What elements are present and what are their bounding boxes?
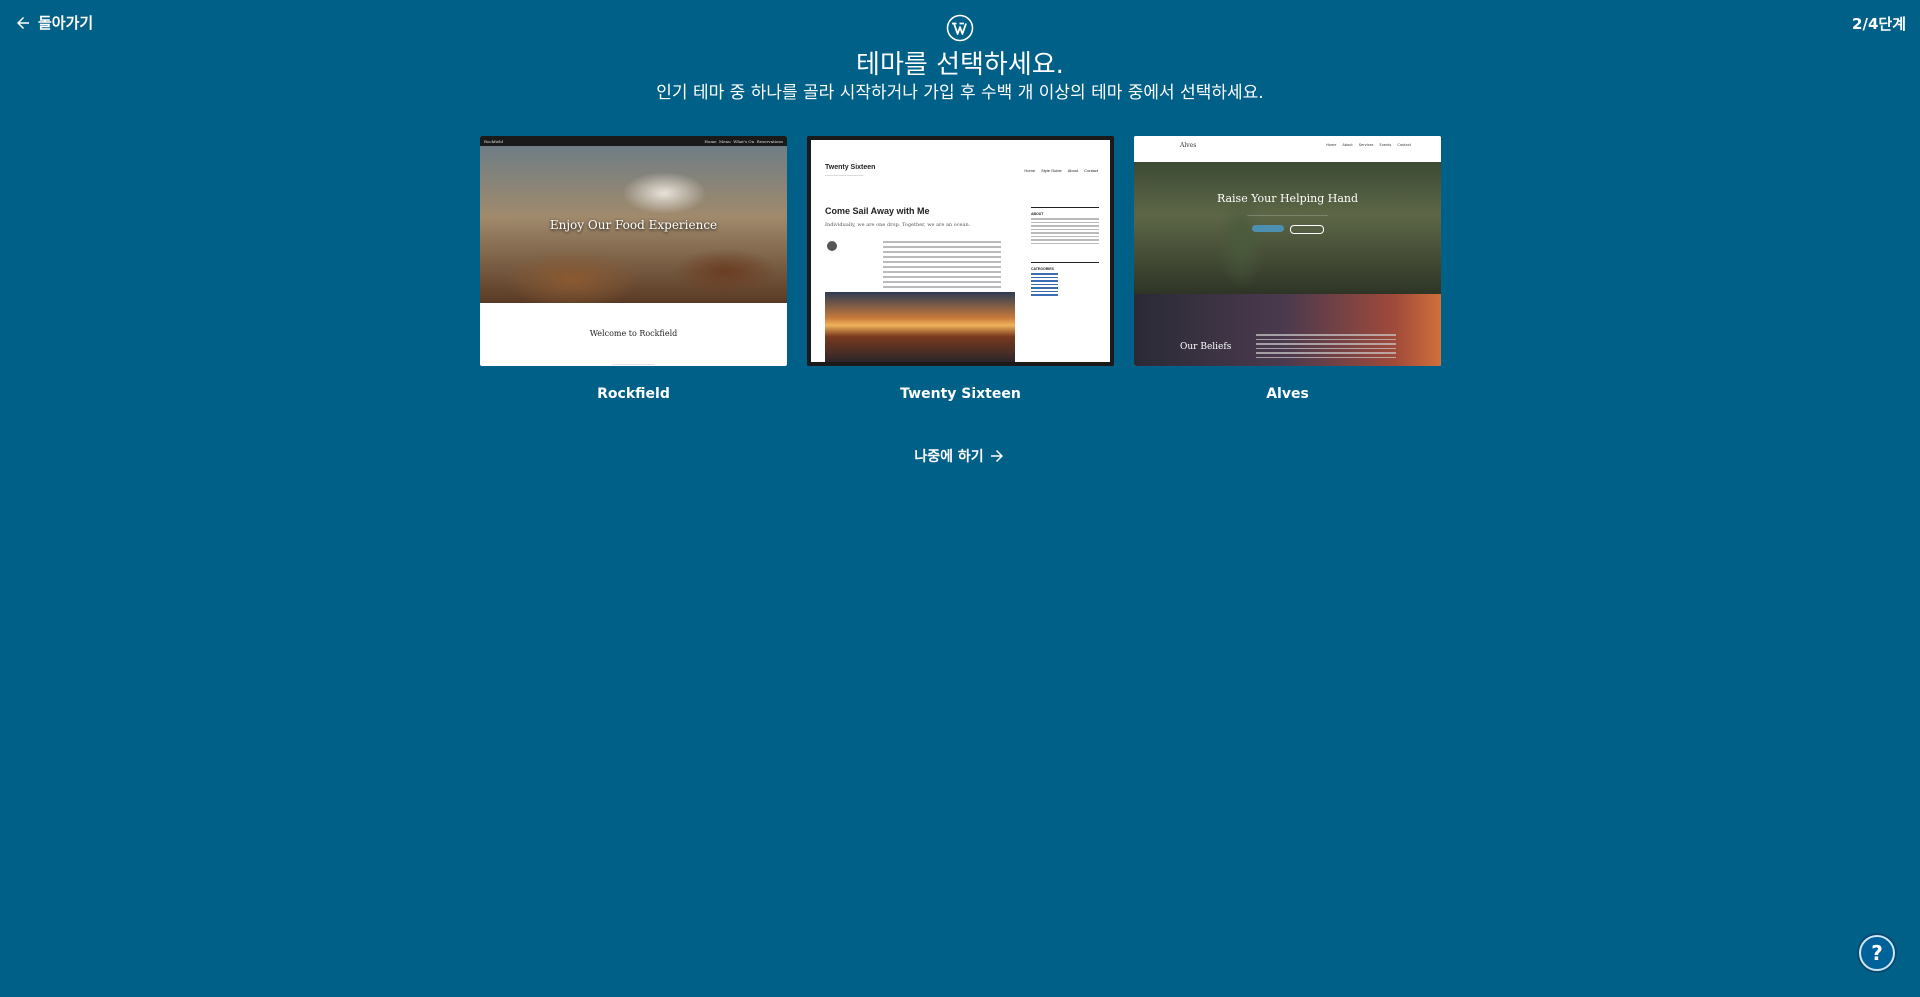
preview-hero-text: Raise Your Helping Hand	[1216, 192, 1359, 205]
theme-card-rockfield[interactable]: Rockfield Home Menu What's On Reservatio…	[480, 136, 787, 402]
preview-post-excerpt: Individually, we are one drop. Together,…	[825, 222, 971, 228]
preview-nav: Home Menu What's On Reservations	[704, 138, 783, 144]
preview-hero-text: Enjoy Our Food Experience	[549, 217, 718, 232]
skip-later-label: 나중에 하기	[914, 449, 984, 465]
help-button[interactable]: ?	[1859, 935, 1895, 971]
preview-post-title: Come Sail Away with Me	[825, 206, 930, 216]
preview-header: Rockfield Home Menu What's On Reservatio…	[480, 136, 787, 146]
preview-body-text	[883, 241, 1001, 291]
preview-site-title: Twenty Sixteen	[825, 164, 876, 171]
preview-site-title: Alves	[1180, 142, 1197, 149]
theme-name[interactable]: Rockfield	[480, 386, 787, 402]
preview-header: Alves Home About Services Events Contact	[1134, 136, 1441, 162]
theme-thumbnail-rockfield[interactable]: Rockfield Home Menu What's On Reservatio…	[480, 136, 787, 366]
preview-section-title: Welcome to Rockfield	[589, 329, 678, 338]
preview-text-line: ————————————	[612, 362, 655, 366]
theme-name[interactable]: Twenty Sixteen	[807, 386, 1114, 402]
arrow-right-icon	[990, 450, 1003, 462]
theme-list: Rockfield Home Menu What's On Reservatio…	[480, 136, 1441, 402]
help-icon: ?	[1871, 941, 1883, 965]
back-button[interactable]: 돌아가기	[14, 12, 93, 33]
preview-section-title: Our Beliefs	[1180, 342, 1232, 352]
theme-name[interactable]: Alves	[1134, 386, 1441, 402]
preview-nav: Home Style Guide About Contact	[1024, 168, 1098, 173]
theme-card-alves[interactable]: Alves Home About Services Events Contact Rai…	[1134, 136, 1441, 402]
preview-hero-image: Enjoy Our Food Experience	[480, 146, 787, 303]
wordpress-logo-icon	[946, 14, 974, 42]
theme-thumbnail-twenty-sixteen[interactable]: Twenty Sixteen ——————————— Home Style Gui…	[807, 136, 1114, 366]
preview-hero-image: Raise Your Helping Hand ————————————————…	[1134, 162, 1441, 294]
skip-later-button[interactable]: 나중에 하기	[914, 446, 1005, 466]
preview-tagline: ———————————	[825, 173, 864, 177]
preview-section: Our Beliefs	[1134, 294, 1441, 366]
theme-card-twenty-sixteen[interactable]: Twenty Sixteen ——————————— Home Style Gui…	[807, 136, 1114, 402]
back-label: 돌아가기	[38, 14, 94, 32]
preview-sidebar: ABOUT CATEGORIES	[1031, 203, 1099, 298]
page-subtitle: 인기 테마 중 하나를 골라 시작하거나 가입 후 수백 개 이상의 테마 중에…	[656, 83, 1264, 103]
avatar	[827, 241, 837, 251]
arrow-left-icon	[17, 16, 29, 29]
preview-nav: Home About Services Events Contact	[1326, 143, 1411, 147]
page-title: 테마를 선택하세요.	[856, 50, 1064, 80]
theme-thumbnail-alves[interactable]: Alves Home About Services Events Contact Rai…	[1134, 136, 1441, 366]
preview-post-image	[825, 292, 1015, 362]
preview-site-title: Rockfield	[484, 138, 503, 144]
step-indicator: 2/4단계	[1852, 15, 1906, 33]
